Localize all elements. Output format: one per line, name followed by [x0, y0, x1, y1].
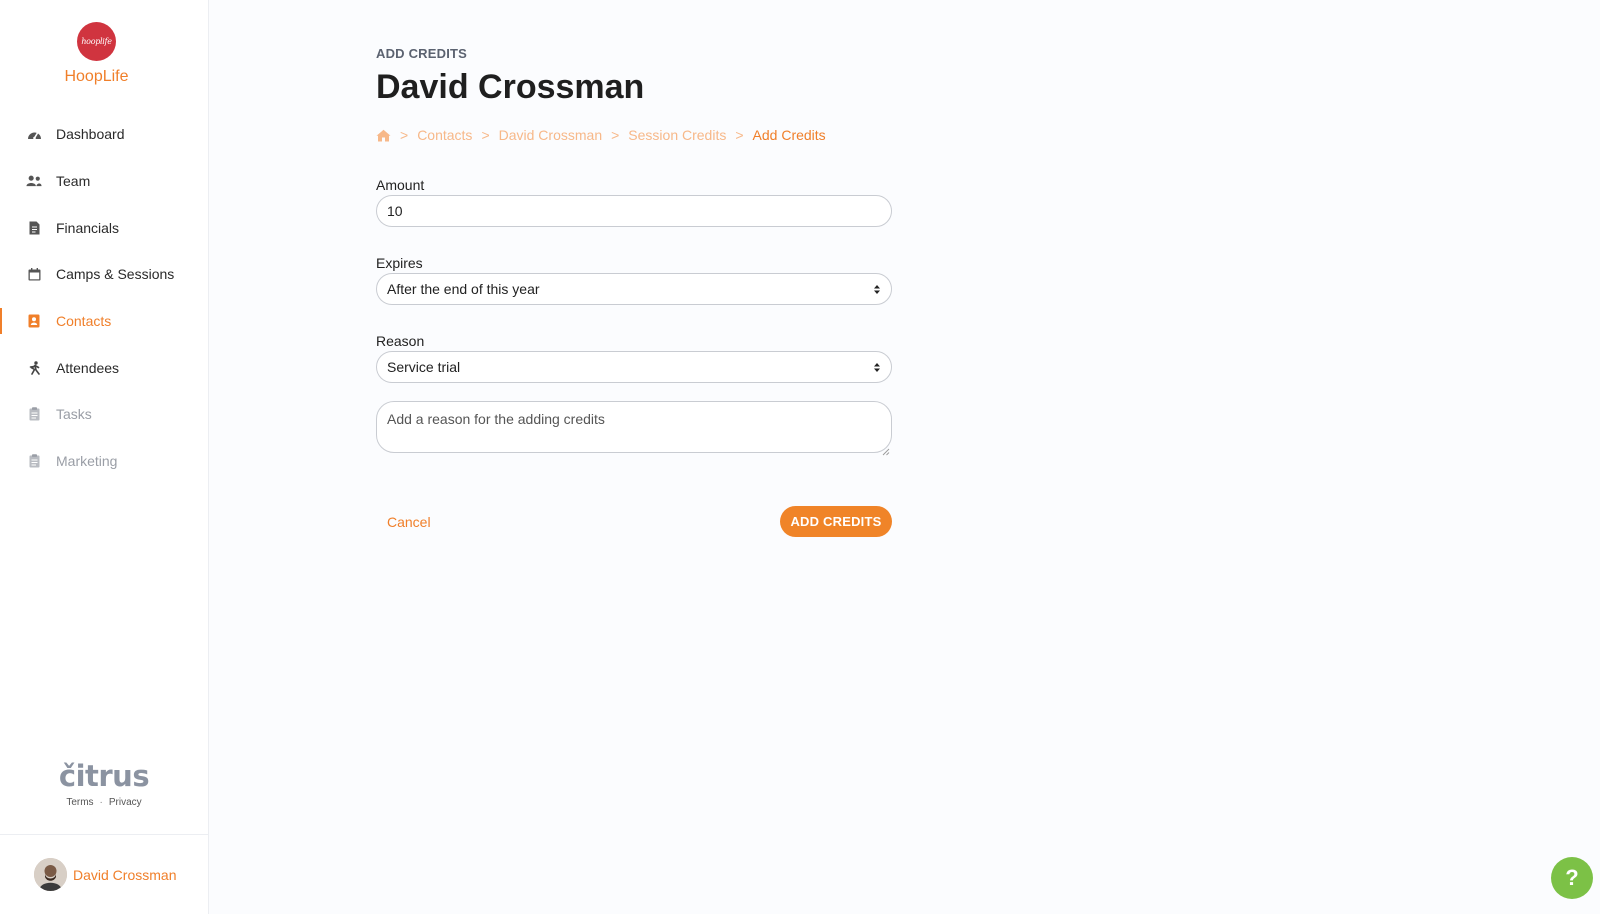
amount-input[interactable]: 10 [376, 195, 892, 227]
sidebar-item-team[interactable]: Team [0, 158, 208, 205]
brand-name: HoopLife [64, 68, 129, 85]
page-eyebrow: ADD CREDITS [376, 46, 468, 61]
add-credits-button[interactable]: ADD CREDITS [780, 506, 892, 537]
expires-label: Expires [376, 255, 423, 271]
gauge-icon [26, 126, 42, 142]
resize-handle-icon[interactable] [882, 443, 890, 456]
address-book-icon [26, 313, 42, 329]
sidebar-item-label: Attendees [56, 359, 120, 376]
reason-textarea[interactable]: Add a reason for the adding credits [376, 401, 892, 456]
reason-placeholder: Add a reason for the adding credits [387, 411, 605, 427]
footer-separator: · [99, 797, 103, 808]
calendar-icon [26, 266, 42, 282]
user-profile[interactable]: David Crossman [0, 834, 208, 914]
sidebar-item-label: Camps & Sessions [56, 266, 175, 283]
terms-link[interactable]: Terms [66, 797, 93, 808]
breadcrumb-separator: > [735, 127, 744, 143]
hooplife-logo: hooplife [77, 22, 116, 61]
amount-label: Amount [376, 177, 425, 193]
sidebar-item-attendees[interactable]: Attendees [0, 344, 208, 391]
amount-value: 10 [387, 203, 403, 219]
running-icon [26, 360, 42, 376]
sidebar-item-tasks[interactable]: Tasks [0, 391, 208, 438]
breadcrumb: > Contacts > David Crossman > Session Cr… [376, 127, 826, 143]
select-caret-icon [873, 283, 881, 296]
page-title: David Crossman [376, 68, 645, 106]
sidebar-item-label: Team [56, 173, 91, 190]
reason-select[interactable]: Service trial [376, 351, 892, 383]
user-name: David Crossman [73, 866, 177, 883]
sidebar-item-marketing[interactable]: Marketing [0, 438, 208, 485]
breadcrumb-current: Add Credits [752, 127, 826, 143]
users-icon [26, 173, 42, 189]
receipt-icon [26, 220, 42, 236]
sidebar-item-dashboard[interactable]: Dashboard [0, 111, 208, 158]
sidebar: hooplife HoopLife Dashboard Team Financi… [0, 0, 209, 914]
sidebar-item-label: Contacts [56, 313, 112, 330]
sidebar-item-contacts[interactable]: Contacts [0, 298, 208, 345]
privacy-link[interactable]: Privacy [109, 797, 142, 808]
breadcrumb-contacts[interactable]: Contacts [417, 127, 472, 143]
sidebar-item-camps-sessions[interactable]: Camps & Sessions [0, 251, 208, 298]
home-icon[interactable] [376, 129, 391, 142]
avatar [34, 858, 67, 891]
sidebar-nav: Dashboard Team Financials Camps & Sessio… [0, 111, 208, 485]
sidebar-item-label: Marketing [56, 453, 118, 470]
sidebar-item-label: Dashboard [56, 126, 125, 143]
cancel-button[interactable]: Cancel [387, 514, 431, 530]
select-caret-icon [873, 361, 881, 374]
breadcrumb-separator: > [611, 127, 620, 143]
help-button[interactable]: ? [1551, 857, 1593, 899]
sidebar-item-label: Tasks [56, 406, 92, 423]
brand-logo[interactable]: hooplife HoopLife [0, 22, 193, 86]
clipboard-icon [26, 406, 42, 422]
citrus-logo: čitrus [58, 759, 150, 793]
breadcrumb-contact-name[interactable]: David Crossman [499, 127, 602, 143]
clipboard-icon [26, 453, 42, 469]
reason-label: Reason [376, 333, 425, 349]
sidebar-item-label: Financials [56, 219, 120, 236]
breadcrumb-separator: > [400, 127, 409, 143]
citrus-footer: čitrus Terms · Privacy [0, 759, 208, 809]
footer-links: Terms · Privacy [0, 797, 208, 808]
sidebar-item-financials[interactable]: Financials [0, 204, 208, 251]
reason-selected-value: Service trial [387, 359, 461, 375]
expires-select[interactable]: After the end of this year [376, 273, 892, 305]
expires-selected-value: After the end of this year [387, 281, 540, 297]
breadcrumb-separator: > [481, 127, 490, 143]
breadcrumb-session-credits[interactable]: Session Credits [628, 127, 726, 143]
